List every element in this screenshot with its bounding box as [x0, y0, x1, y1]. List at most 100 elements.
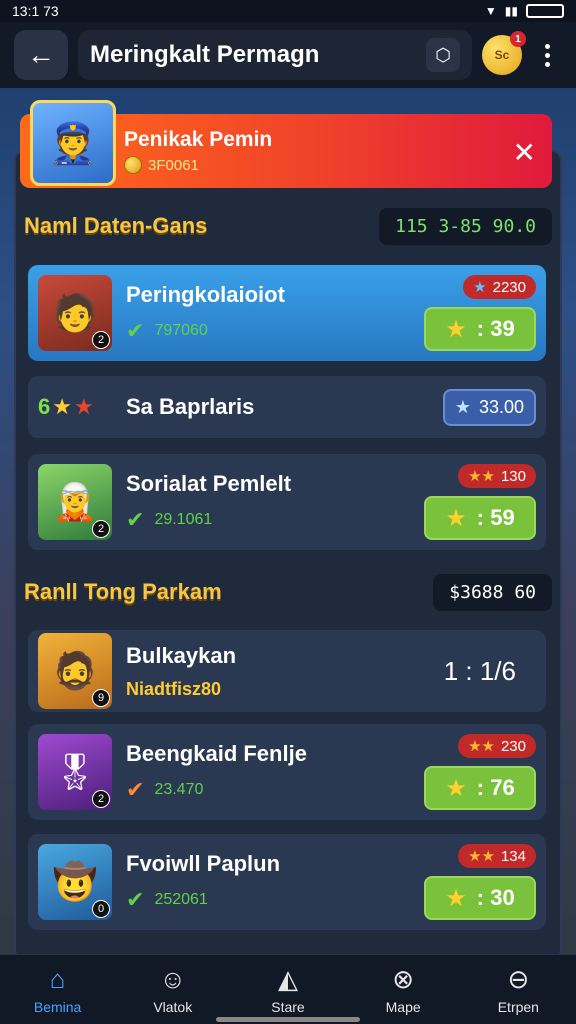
settings-icon: ⊖ [507, 964, 530, 994]
player-name: Beengkaid Fenlje [126, 741, 307, 766]
nav-label: Vlatok [153, 999, 193, 1015]
nav-label: Stare [271, 999, 305, 1015]
rank-pill: ★★ 230 [458, 734, 536, 758]
avatar: 🤠 0 [38, 844, 112, 920]
score-value: : 30 [476, 885, 515, 910]
nav-item-settings[interactable]: ⊖ Etrpen [468, 964, 568, 1015]
rank-value: 2230 [492, 278, 526, 296]
nav-item-home[interactable]: ⌂ Bemina [8, 964, 108, 1015]
nav-item-store[interactable]: ◭ Stare [238, 964, 338, 1015]
player-coins: 3F0061 [148, 156, 199, 174]
list-item[interactable]: 🧔 9 Bulkaykan Niadtfisz80 1 : 1/6 [28, 630, 546, 712]
back-button[interactable]: ← [14, 30, 68, 80]
bottom-nav: ⌂ Bemina ☺ Vlatok ◭ Stare ⊗ Mape ⊖ Etrpen [0, 954, 576, 1024]
level-badge: 2 [92, 520, 110, 538]
player-name: Bulkaykan [126, 642, 237, 668]
player-stat: 252061 [154, 891, 208, 908]
nav-label: Etrpen [497, 999, 539, 1015]
star-icon: ★ [445, 315, 467, 343]
home-icon: ⌂ [49, 964, 66, 994]
star-icon: ★ [473, 279, 487, 296]
ratio-value: 1 : 1/6 [443, 655, 516, 686]
rank-pill: ★★ 134 [458, 844, 536, 868]
player-stat: Niadtfisz80 [126, 678, 222, 699]
avatar: 🧔 9 [38, 633, 112, 709]
status-bar: 13:1 73 ▼ ▮▮ [0, 0, 576, 22]
player-stat: 797060 [154, 322, 208, 339]
player-stat: 29.1061 [154, 511, 213, 528]
check-icon: ✔ [126, 318, 145, 343]
score-button[interactable]: ★ : 39 [424, 307, 536, 351]
level-badge: 0 [92, 900, 110, 918]
list-item[interactable]: 🧑 2 Peringkolaioiot ✔ 797060 ★ 2230 ★ : 39 [28, 265, 546, 361]
stars-icon: ★★ [468, 738, 495, 755]
section-header-2: Ranll Tong Parkam $3688 60 [24, 572, 552, 612]
player-name: Sa Baprlaris [126, 394, 255, 419]
nav-item-profile[interactable]: ☺ Vlatok [123, 964, 223, 1015]
nav-item-map[interactable]: ⊗ Mape [353, 964, 453, 1015]
section-title-2: Ranll Tong Parkam [24, 579, 222, 604]
player-stat: 23.470 [154, 781, 204, 798]
store-icon: ◭ [277, 964, 298, 994]
wifi-icon: ▼ [484, 4, 497, 18]
home-indicator [216, 1017, 360, 1022]
score-chip[interactable]: ★ 33.00 [442, 388, 536, 426]
status-icons: ▼ ▮▮ [485, 4, 564, 18]
top-bar: ← Meringkalt Permagn ⬡ Sc 1 [0, 22, 576, 88]
score-value: : 39 [476, 316, 515, 341]
rank-pill: ★★ 130 [458, 464, 536, 488]
player-name: Penikak Pemin [124, 128, 273, 151]
score-value: : 59 [476, 505, 515, 530]
player-banner[interactable]: 👮 Penikak Pemin 3F0061 ✕ [20, 100, 552, 188]
list-item[interactable]: 🤠 0 Fvoiwll Paplun ✔ 252061 ★★ 134 ★ : 30 [28, 834, 546, 930]
section-value-1: 115 3-85 90.0 [379, 207, 552, 245]
level-badge: 9 [92, 689, 110, 707]
avatar: 🧝 2 [38, 464, 112, 540]
avatar: 🎖 2 [38, 734, 112, 810]
stars-icon: ★★ [468, 468, 495, 485]
score-value: 33.00 [478, 396, 524, 417]
coin-label: Sc [494, 48, 510, 62]
score-value: : 76 [476, 775, 515, 800]
star-icon: ★ [445, 884, 467, 912]
player-name: Fvoiwll Paplun [126, 851, 281, 876]
star-icon: ★ [445, 774, 467, 802]
battery-icon [526, 4, 564, 18]
stars-icon: ★★ [468, 848, 495, 865]
rank-pill: ★ 2230 [463, 275, 536, 299]
score-button[interactable]: ★ : 76 [424, 766, 536, 810]
avatar: 🧑 2 [38, 275, 112, 351]
coin-button[interactable]: Sc 1 [482, 31, 526, 75]
signal-icon: ▮▮ [504, 4, 518, 18]
score-button[interactable]: ★ : 59 [424, 496, 536, 540]
player-avatar: 👮 [30, 100, 116, 186]
nav-label: Bemina [33, 999, 82, 1015]
map-icon: ⊗ [392, 964, 415, 994]
level-badge: 2 [92, 331, 110, 349]
title-box[interactable]: Meringkalt Permagn ⬡ [78, 30, 472, 80]
rank-value: 130 [500, 467, 526, 485]
more-options-button[interactable] [532, 43, 562, 67]
star-icon: ★ [445, 504, 467, 532]
user-icon: ☺ [159, 964, 187, 994]
check-icon: ✔ [126, 887, 145, 912]
list-item[interactable]: 🧝 2 Sorialat Pemlelt ✔ 29.1061 ★★ 130 ★: 59 [28, 454, 546, 550]
rank-value: 134 [500, 847, 526, 865]
rank-value: 230 [500, 737, 526, 755]
close-icon[interactable]: ✕ [513, 136, 536, 169]
badge-number: 6 [38, 394, 51, 419]
list-item[interactable]: 🎖 2 Beengkaid Fenlje ✔ 23.470 ★★ 230 ★: 76 [28, 724, 546, 820]
section-value-2: $3688 60 [433, 573, 552, 611]
player-name: Peringkolaioiot [126, 282, 285, 307]
player-name: Sorialat Pemlelt [126, 471, 292, 496]
level-badge: 2 [92, 790, 110, 808]
score-button[interactable]: ★ : 30 [424, 876, 536, 920]
section-header-1: Naml Daten-Gans 115 3-85 90.0 [24, 206, 552, 246]
coin-icon [124, 156, 142, 174]
camera-icon[interactable]: ⬡ [426, 38, 460, 72]
section-title-1: Naml Daten-Gans [24, 213, 208, 238]
star-icon: ★ [454, 396, 471, 417]
status-time: 13:1 73 [12, 3, 59, 19]
list-item[interactable]: 6 ★ ★ Sa Baprlaris ★ 33.00 [28, 376, 546, 438]
notification-badge: 1 [510, 31, 526, 47]
